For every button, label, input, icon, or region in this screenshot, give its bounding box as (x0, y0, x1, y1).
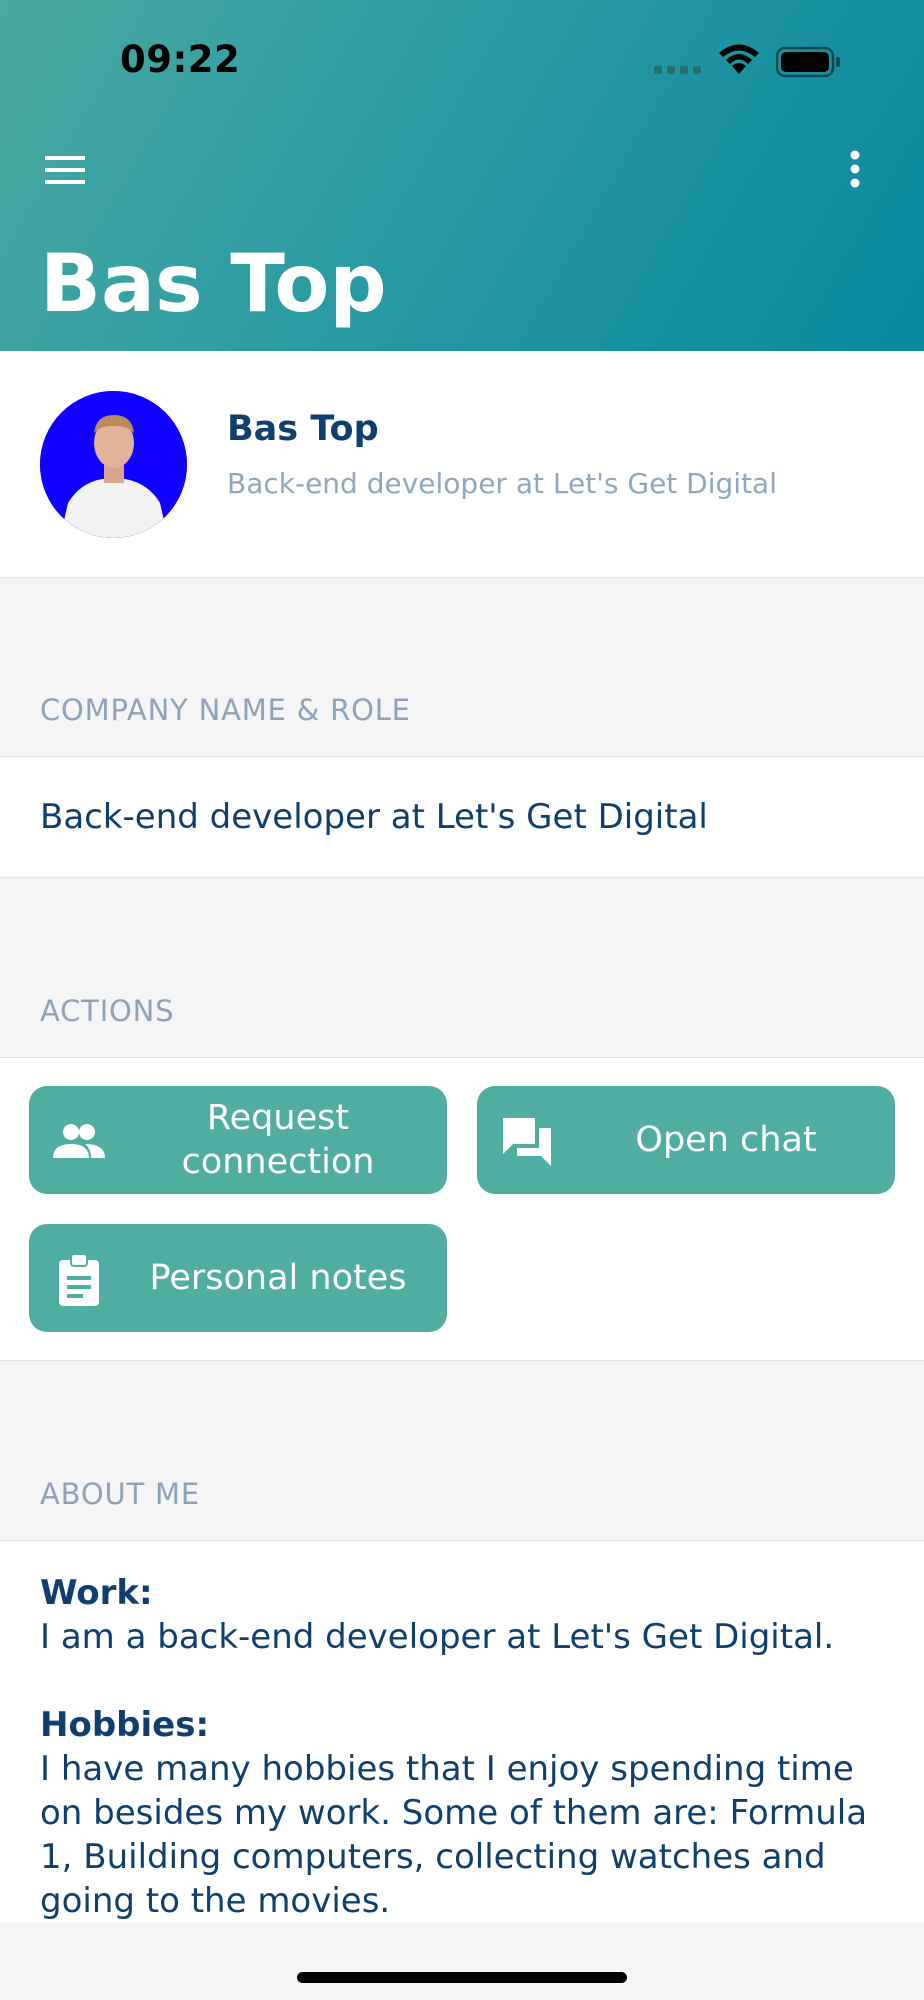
profile-card: Bas Top Back-end developer at Let's Get … (0, 351, 924, 578)
company-role-value: Back-end developer at Let's Get Digital (40, 797, 708, 837)
open-chat-label: Open chat (635, 1120, 817, 1160)
work-text: I am a back-end developer at Let's Get D… (40, 1617, 835, 1657)
more-vertical-icon[interactable] (840, 145, 870, 195)
bottom-bar (0, 1923, 924, 2000)
page-title: Bas Top (40, 237, 387, 330)
profile-name: Bas Top (227, 409, 379, 449)
home-indicator[interactable] (297, 1972, 627, 1983)
work-heading: Work: (40, 1573, 153, 1613)
avatar-image (40, 391, 187, 538)
signal-icon (654, 66, 704, 76)
open-chat-button[interactable]: Open chat (477, 1086, 895, 1194)
request-connection-button[interactable]: Request connection (29, 1086, 447, 1194)
app-header: 09:22 Bas Top (0, 0, 924, 351)
section-label-about: ABOUT ME (40, 1477, 200, 1511)
section-label-company: COMPANY NAME & ROLE (40, 693, 411, 727)
actions-panel: Request connection Open chat Personal no… (0, 1057, 924, 1361)
battery-icon (776, 46, 840, 78)
hobbies-text: I have many hobbies that I enjoy spendin… (40, 1749, 868, 1921)
clipboard-icon (59, 1253, 99, 1306)
hobbies-heading: Hobbies: (40, 1705, 210, 1745)
wifi-icon (719, 44, 759, 74)
about-panel: Work: I am a back-end developer at Let's… (0, 1540, 924, 1924)
status-time: 09:22 (120, 38, 241, 81)
personal-notes-button[interactable]: Personal notes (29, 1224, 447, 1332)
company-role-row: Back-end developer at Let's Get Digital (0, 756, 924, 878)
people-icon (53, 1124, 105, 1158)
about-text: Work: I am a back-end developer at Let's… (40, 1571, 890, 1923)
section-label-actions: ACTIONS (40, 994, 175, 1028)
request-connection-label: Request connection (181, 1098, 375, 1182)
chat-icon (503, 1118, 551, 1166)
profile-role: Back-end developer at Let's Get Digital (227, 467, 777, 500)
personal-notes-label: Personal notes (149, 1258, 407, 1298)
avatar (40, 391, 187, 538)
hamburger-menu-icon[interactable] (40, 150, 90, 190)
